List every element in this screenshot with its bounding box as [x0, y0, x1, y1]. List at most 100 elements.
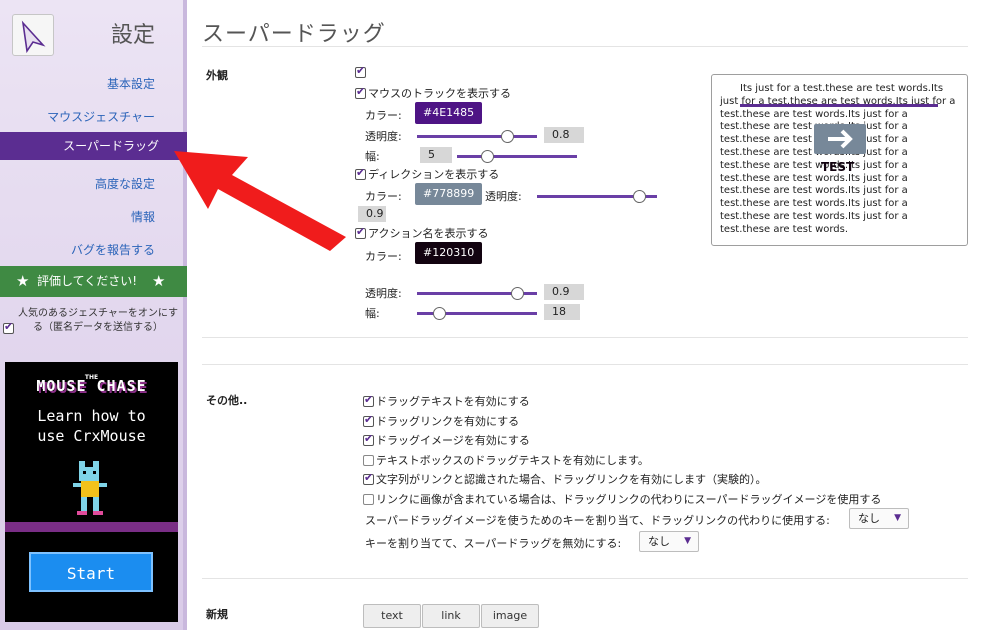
- track-color-label: カラー:: [365, 109, 402, 122]
- option-image-link: リンクに画像が含まれている場合は、ドラッグリンクの代わりにスーパードラッグイメー…: [363, 491, 881, 507]
- sidebar: 設定 基本設定 マウスジェスチャー スーパードラッグ 高度な設定 情報 バグを報…: [0, 0, 187, 630]
- action-color-label: カラー:: [365, 250, 402, 263]
- action-width-value: 18: [544, 304, 580, 320]
- mouse-chase-ad[interactable]: THE MOUSE CHASE Learn how to use CrxMous…: [5, 362, 178, 622]
- nav-info[interactable]: 情報: [131, 208, 155, 225]
- direction-opacity-value: 0.9: [358, 206, 386, 222]
- annotation-arrow-icon: [174, 151, 346, 251]
- ad-start-button[interactable]: Start: [29, 552, 153, 592]
- drag-image-checkbox[interactable]: [363, 432, 374, 446]
- key-disable-select[interactable]: なし ▼: [639, 531, 699, 552]
- ad-ground: [5, 522, 178, 532]
- track-opacity-slider[interactable]: [417, 130, 537, 143]
- direction-opacity-slider[interactable]: [537, 190, 657, 203]
- option-drag-image: ドラッグイメージを有効にする: [363, 432, 530, 448]
- settings-title: 設定: [110, 23, 155, 48]
- show-direction-checkbox[interactable]: [355, 166, 366, 180]
- text-as-link-checkbox[interactable]: [363, 471, 374, 485]
- appearance-enable-checkbox[interactable]: [355, 64, 366, 78]
- usage-stats-label: 人気のあるジェスチャーをオンにする（匿名データを送信する）: [18, 308, 178, 333]
- nav-basic-settings[interactable]: 基本設定: [107, 75, 155, 92]
- dropdown-caret-icon: ▼: [684, 536, 691, 546]
- new-image-button[interactable]: image: [481, 604, 539, 628]
- track-width-label: 幅:: [365, 150, 380, 163]
- show-track-checkbox[interactable]: [355, 85, 366, 99]
- new-label: 新規: [206, 608, 228, 621]
- slider-knob[interactable]: [433, 307, 446, 320]
- direction-preview: [814, 124, 866, 154]
- nav-report-bug[interactable]: バグを報告する: [71, 241, 155, 258]
- show-action-option: アクション名を表示する: [355, 225, 488, 241]
- direction-opacity-label: 透明度:: [485, 190, 522, 203]
- ad-title: MOUSE CHASE: [36, 377, 147, 395]
- text-as-link-label: 文字列がリンクと認識された場合、ドラッグリンクを有効にします（実験的）。: [376, 473, 767, 486]
- track-color-swatch[interactable]: #4E1485: [415, 102, 483, 124]
- action-name-preview: TEST: [821, 160, 855, 174]
- slider-knob[interactable]: [633, 190, 646, 203]
- show-action-checkbox[interactable]: [355, 225, 366, 239]
- action-width-slider[interactable]: [417, 307, 537, 320]
- show-action-label: アクション名を表示する: [368, 227, 489, 240]
- action-opacity-value: 0.9: [544, 284, 584, 300]
- rate-us-label: 評価してください!: [37, 274, 138, 288]
- key-disable-label: キーを割り当てて、スーパードラッグを無効にする:: [365, 537, 622, 550]
- action-opacity-slider[interactable]: [417, 287, 537, 300]
- image-link-checkbox[interactable]: [363, 494, 374, 505]
- action-width-label: 幅:: [365, 307, 380, 320]
- show-track-option: マウスのトラックを表示する: [355, 85, 511, 101]
- textbox-drag-checkbox[interactable]: [363, 455, 374, 466]
- slider-knob[interactable]: [511, 287, 524, 300]
- drag-text-checkbox[interactable]: [363, 393, 374, 407]
- nav-super-drag[interactable]: スーパードラッグ: [0, 132, 187, 160]
- appearance-enable-option: [355, 64, 368, 79]
- key-disable-value: なし: [648, 535, 670, 548]
- nav-mouse-gestures[interactable]: マウスジェスチャー: [47, 108, 155, 125]
- option-drag-link: ドラッグリンクを有効にする: [363, 413, 519, 429]
- track-width-slider[interactable]: [457, 150, 577, 163]
- key-image-value: なし: [858, 512, 880, 525]
- ad-tagline-line2: use CrxMouse: [37, 427, 146, 445]
- page-title: スーパードラッグ: [202, 22, 386, 47]
- track-opacity-value: 0.8: [544, 127, 584, 143]
- star-icon: ★: [152, 272, 166, 290]
- image-link-label: リンクに画像が含まれている場合は、ドラッグリンクの代わりにスーパードラッグイメー…: [376, 493, 882, 506]
- show-track-label: マウスのトラックを表示する: [368, 87, 511, 100]
- textbox-drag-label: テキストボックスのドラッグテキストを有効にします。: [376, 454, 649, 467]
- key-image-select[interactable]: なし ▼: [849, 508, 909, 529]
- new-link-button[interactable]: link: [422, 604, 480, 628]
- drag-image-label: ドラッグイメージを有効にする: [376, 434, 530, 447]
- show-direction-option: ディレクションを表示する: [355, 166, 499, 182]
- track-opacity-label: 透明度:: [365, 130, 402, 143]
- divider: [202, 364, 968, 365]
- drag-text-label: ドラッグテキストを有効にする: [376, 395, 530, 408]
- cursor-logo-icon: [21, 20, 46, 54]
- mouse-character-icon: [73, 461, 107, 515]
- rate-us-bar[interactable]: ★ 評価してください! ★: [0, 266, 187, 297]
- divider: [202, 337, 968, 338]
- nav-advanced-settings[interactable]: 高度な設定: [95, 175, 155, 192]
- mouse-track-preview: [740, 104, 938, 107]
- drag-link-checkbox[interactable]: [363, 413, 374, 427]
- drag-link-label: ドラッグリンクを有効にする: [376, 415, 520, 428]
- divider: [202, 46, 968, 47]
- star-icon: ★: [16, 272, 30, 290]
- show-direction-label: ディレクションを表示する: [368, 168, 500, 181]
- ad-tagline-line1: Learn how to: [37, 407, 146, 425]
- option-text-as-link: 文字列がリンクと認識された場合、ドラッグリンクを有効にします（実験的）。: [363, 471, 767, 487]
- other-label: その他..: [206, 394, 248, 407]
- direction-color-label: カラー:: [365, 190, 402, 203]
- action-color-swatch[interactable]: #120310: [415, 242, 483, 264]
- logo: [12, 14, 54, 56]
- divider: [202, 578, 968, 579]
- new-text-button[interactable]: text: [363, 604, 421, 628]
- direction-color-swatch[interactable]: #778899: [415, 183, 483, 205]
- option-drag-text: ドラッグテキストを有効にする: [363, 393, 530, 409]
- ad-tagline: Learn how to use CrxMouse: [5, 406, 178, 446]
- action-opacity-label: 透明度:: [365, 287, 402, 300]
- option-textbox-drag: テキストボックスのドラッグテキストを有効にします。: [363, 452, 649, 468]
- slider-knob[interactable]: [501, 130, 514, 143]
- track-width-value: 5: [420, 147, 452, 163]
- slider-knob[interactable]: [481, 150, 494, 163]
- appearance-label: 外観: [206, 69, 228, 82]
- usage-stats-checkbox[interactable]: [3, 320, 14, 334]
